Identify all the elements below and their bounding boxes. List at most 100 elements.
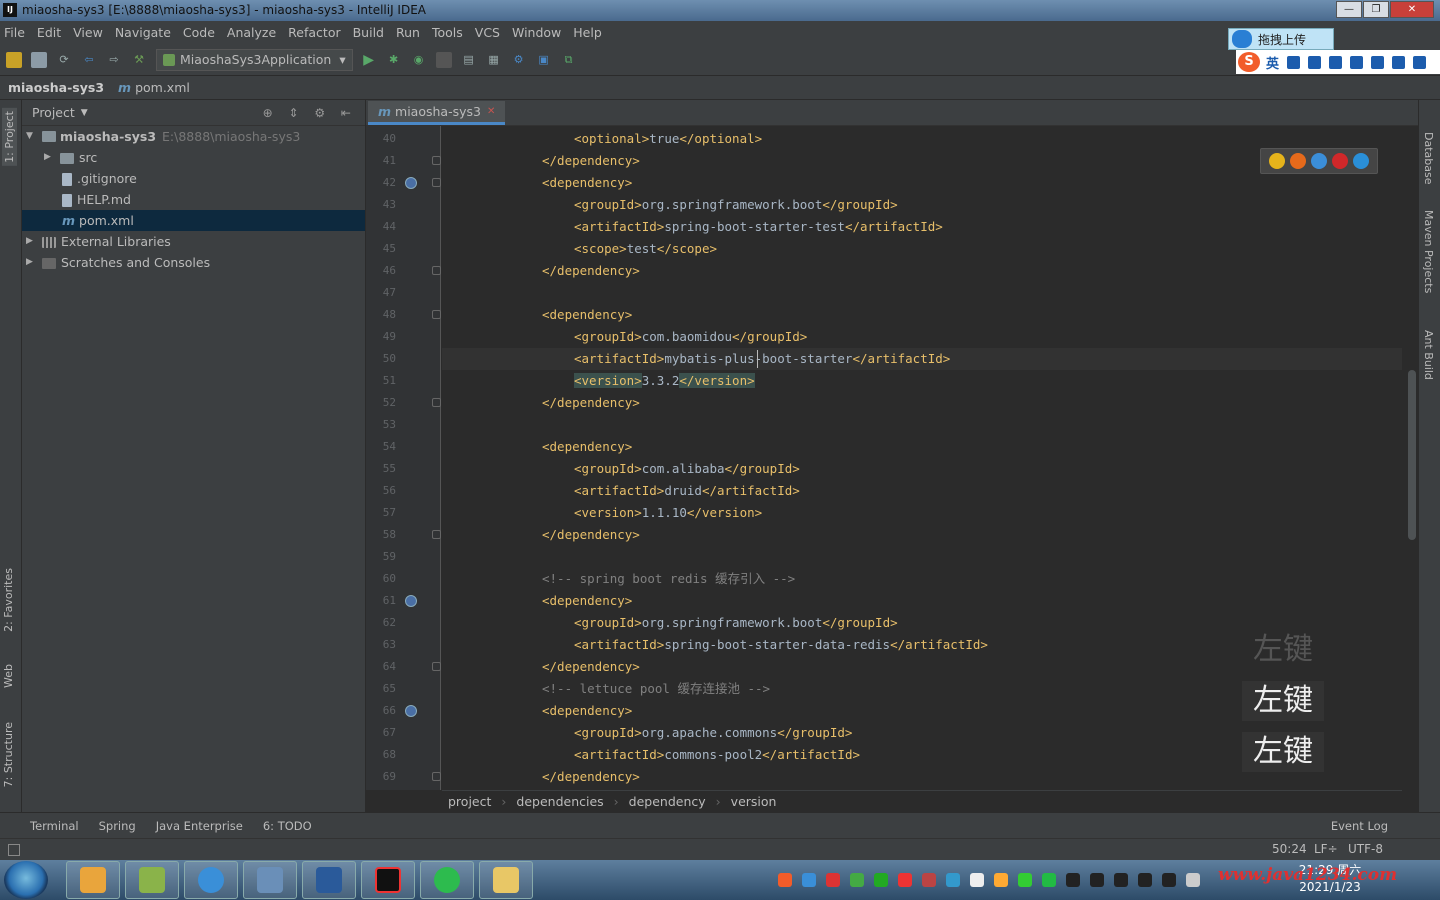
qq-icon[interactable] (1138, 873, 1152, 887)
code-line[interactable]: <artifactId>mybatis-plus-boot-starter</a… (442, 348, 1402, 370)
taskbar-app[interactable] (66, 861, 120, 899)
skin-icon[interactable] (1392, 55, 1406, 69)
code-line[interactable] (442, 282, 1402, 304)
code-line[interactable]: <scope>test</scope> (442, 238, 1402, 260)
fold-marker-icon[interactable] (432, 772, 441, 781)
opera-icon[interactable] (1332, 153, 1349, 169)
open-folder-icon[interactable] (6, 51, 22, 68)
dependency-gutter-icon[interactable] (405, 705, 417, 717)
taskbar-app-intellij[interactable] (361, 861, 415, 899)
minimize-button[interactable]: — (1336, 1, 1362, 18)
dependency-gutter-icon[interactable] (405, 595, 417, 607)
code-line[interactable]: <groupId>org.springframework.boot</group… (442, 194, 1402, 216)
chrome-icon[interactable] (1268, 153, 1285, 169)
forward-arrow-icon[interactable]: ⇨ (106, 52, 122, 68)
qq-icon[interactable] (1066, 873, 1080, 887)
tree-item-src[interactable]: ▶ src (22, 147, 365, 168)
taskbar-app[interactable] (125, 861, 179, 899)
tray-icon[interactable] (826, 873, 840, 887)
code-line[interactable]: </dependency> (442, 392, 1402, 414)
tab-favorites[interactable]: 2: Favorites (2, 568, 15, 632)
fold-marker-icon[interactable] (432, 530, 441, 539)
tool-event-log[interactable]: Event Log (1331, 819, 1388, 833)
tree-item-root[interactable]: ▼ miaosha-sys3 E:\8888\miaosha-sys3 (22, 126, 365, 147)
ime-language-toggle[interactable]: 英 (1266, 53, 1279, 72)
save-icon[interactable] (31, 51, 47, 68)
taskbar-app[interactable] (302, 861, 356, 899)
tree-item-pom[interactable]: m pom.xml (22, 210, 365, 231)
qq-icon[interactable] (1090, 873, 1104, 887)
taskbar-app[interactable] (243, 861, 297, 899)
tree-item-external-libraries[interactable]: ▶ External Libraries (22, 231, 365, 252)
tool-windows-toggle-icon[interactable] (8, 844, 20, 856)
dependency-gutter-icon[interactable] (405, 177, 417, 189)
crumb-dependency[interactable]: dependency (629, 794, 706, 809)
tree-item-help[interactable]: HELP.md (22, 189, 365, 210)
vertical-scrollbar[interactable] (1408, 370, 1416, 540)
tray-icon[interactable] (994, 873, 1008, 887)
tool-java-enterprise[interactable]: Java Enterprise (156, 819, 243, 833)
panel-title[interactable]: Project (32, 105, 75, 120)
microphone-icon[interactable] (1329, 55, 1343, 69)
code-line[interactable] (442, 546, 1402, 568)
tree-item-scratches[interactable]: ▶ Scratches and Consoles (22, 252, 365, 273)
tab-database[interactable]: Database (1422, 132, 1435, 185)
layout-icon[interactable]: ▣ (536, 52, 552, 68)
ime-upload-widget[interactable]: 拖拽上传 (1228, 28, 1334, 50)
safari-icon[interactable] (1310, 153, 1327, 169)
start-button[interactable] (4, 861, 48, 899)
editor-tab-pom[interactable]: m miaosha-sys3 ✕ (368, 101, 506, 125)
sync-icon[interactable]: ⟳ (56, 52, 72, 68)
menu-edit[interactable]: Edit (37, 25, 61, 40)
ie-icon[interactable] (1353, 153, 1370, 169)
menu-file[interactable]: File (4, 25, 25, 40)
tool-todo[interactable]: 6: TODO (263, 819, 312, 833)
code-line[interactable]: <!-- spring boot redis 缓存引入 --> (442, 568, 1402, 590)
debug-bug-icon[interactable]: ✱ (386, 52, 402, 68)
qq-icon[interactable] (1114, 873, 1128, 887)
menu-run[interactable]: Run (396, 25, 420, 40)
nav-file[interactable]: pom.xml (135, 80, 190, 95)
line-separator[interactable]: LF÷ (1314, 842, 1338, 856)
close-tab-icon[interactable]: ✕ (487, 106, 495, 117)
keyboard-icon[interactable] (1350, 55, 1364, 69)
tool-terminal[interactable]: Terminal (30, 819, 79, 833)
toolbox-icon[interactable] (1413, 55, 1427, 69)
qq-icon[interactable] (1162, 873, 1176, 887)
crumb-version[interactable]: version (731, 794, 777, 809)
taskbar-app[interactable] (184, 861, 238, 899)
tab-structure[interactable]: 7: Structure (2, 722, 15, 787)
nav-project[interactable]: miaosha-sys3 (8, 80, 104, 95)
emoji-icon[interactable] (1308, 55, 1322, 69)
code-line[interactable]: <artifactId>spring-boot-starter-test</ar… (442, 216, 1402, 238)
caret-position[interactable]: 50:24 (1272, 842, 1307, 856)
tool-spring[interactable]: Spring (99, 819, 136, 833)
user-icon[interactable] (1371, 55, 1385, 69)
code-line[interactable]: <groupId>com.alibaba</groupId> (442, 458, 1402, 480)
code-line[interactable]: <optional>true</optional> (442, 128, 1402, 150)
tray-icon[interactable] (1042, 873, 1056, 887)
code-line[interactable]: <dependency> (442, 304, 1402, 326)
menu-window[interactable]: Window (512, 25, 561, 40)
stop-icon[interactable] (435, 51, 452, 68)
code-line[interactable]: <dependency> (442, 590, 1402, 612)
tab-project[interactable]: 1: Project (2, 108, 17, 166)
vcs-icon[interactable]: ⧉ (561, 52, 577, 68)
taskbar-app-explorer[interactable] (479, 861, 533, 899)
collapsed-arrow-icon[interactable]: ▶ (26, 231, 33, 252)
tree-item-gitignore[interactable]: .gitignore (22, 168, 365, 189)
back-arrow-icon[interactable]: ⇦ (81, 52, 97, 68)
tray-icon[interactable] (850, 873, 864, 887)
run-configuration-dropdown[interactable]: MiaoshaSys3Application ▾ (156, 48, 353, 71)
menu-help[interactable]: Help (573, 25, 602, 40)
code-line[interactable]: <artifactId>druid</artifactId> (442, 480, 1402, 502)
menu-refactor[interactable]: Refactor (288, 25, 340, 40)
close-button[interactable]: ✕ (1390, 1, 1434, 18)
code-line[interactable]: </dependency> (442, 260, 1402, 282)
collapsed-arrow-icon[interactable]: ▶ (26, 252, 33, 273)
tray-icon[interactable] (898, 873, 912, 887)
collapsed-arrow-icon[interactable]: ▶ (44, 147, 51, 168)
maximize-button[interactable]: ❐ (1363, 1, 1389, 18)
fold-marker-icon[interactable] (432, 178, 441, 187)
code-line[interactable]: <version>1.1.10</version> (442, 502, 1402, 524)
